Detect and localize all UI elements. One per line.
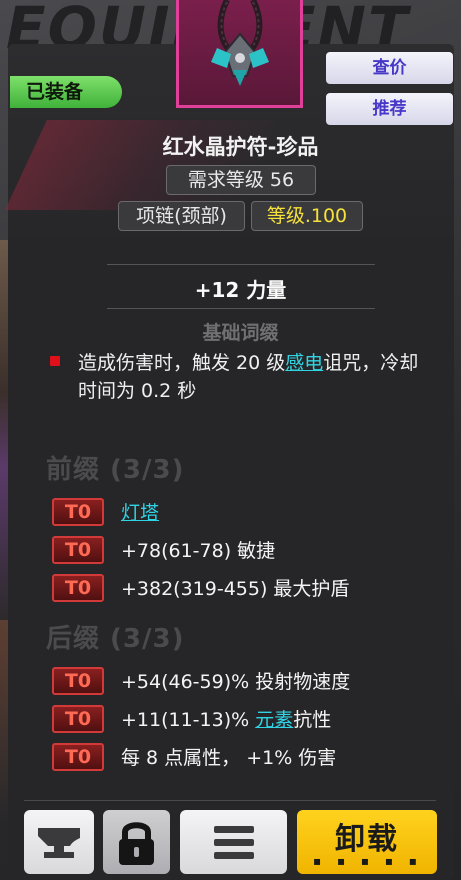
item-icon bbox=[176, 0, 303, 108]
base-affix-description: 造成伤害时，触发 20 级感电诅咒，冷却时间为 0.2 秒 bbox=[50, 349, 432, 405]
tier-badge: T0 bbox=[52, 743, 104, 771]
affix-row: +78(61-78) 敏捷 bbox=[121, 540, 276, 562]
base-affix-label: 基础词缀 bbox=[202, 322, 279, 344]
element-link[interactable]: 元素 bbox=[255, 709, 293, 731]
affix-row: 灯塔 bbox=[121, 498, 159, 525]
item-name: 红水晶护符-珍品 bbox=[162, 135, 319, 159]
tier-badge: T0 bbox=[52, 705, 104, 733]
menu-button[interactable] bbox=[180, 810, 287, 874]
bullet-icon bbox=[50, 356, 60, 366]
lock-icon bbox=[119, 822, 154, 865]
unequip-label: 卸载 bbox=[335, 822, 399, 857]
divider bbox=[24, 800, 436, 801]
shock-link[interactable]: 感电 bbox=[285, 352, 323, 374]
list-icon bbox=[214, 826, 254, 859]
decoration-dots: ▪ ▪ ▪ ▪ ▪ bbox=[313, 854, 423, 868]
divider bbox=[107, 264, 375, 265]
amulet-icon bbox=[211, 0, 269, 86]
check-price-button[interactable]: 查价 bbox=[326, 52, 453, 84]
tier-badge: T0 bbox=[52, 536, 104, 564]
lighthouse-link[interactable]: 灯塔 bbox=[121, 502, 159, 524]
divider bbox=[107, 308, 375, 309]
anvil-icon bbox=[38, 828, 80, 858]
affix-row: 每 8 点属性， +1% 伤害 bbox=[121, 747, 337, 769]
tier-badge: T0 bbox=[52, 498, 104, 526]
anvil-button[interactable] bbox=[24, 810, 94, 874]
affix-row: +11(11-13)% 元素抗性 bbox=[121, 709, 332, 731]
prefix-title: 前缀 (3/3) bbox=[46, 455, 185, 485]
tier-badge: T0 bbox=[52, 574, 104, 602]
equipped-badge: 已装备 bbox=[10, 76, 122, 108]
tier-badge: T0 bbox=[52, 667, 104, 695]
item-slot: 项链(颈部) bbox=[118, 201, 245, 231]
recommend-button[interactable]: 推荐 bbox=[326, 93, 453, 125]
affix-row: +54(46-59)% 投射物速度 bbox=[121, 671, 351, 693]
item-level: 等级.100 bbox=[251, 201, 363, 231]
unequip-button[interactable]: 卸载 ▪ ▪ ▪ ▪ ▪ bbox=[297, 810, 437, 874]
affix-row: +382(319-455) 最大护盾 bbox=[121, 578, 350, 600]
required-level: 需求等级 56 bbox=[166, 165, 316, 195]
lock-button[interactable] bbox=[103, 810, 170, 874]
main-stat: +12 力量 bbox=[194, 278, 287, 302]
suffix-title: 后缀 (3/3) bbox=[46, 624, 185, 654]
